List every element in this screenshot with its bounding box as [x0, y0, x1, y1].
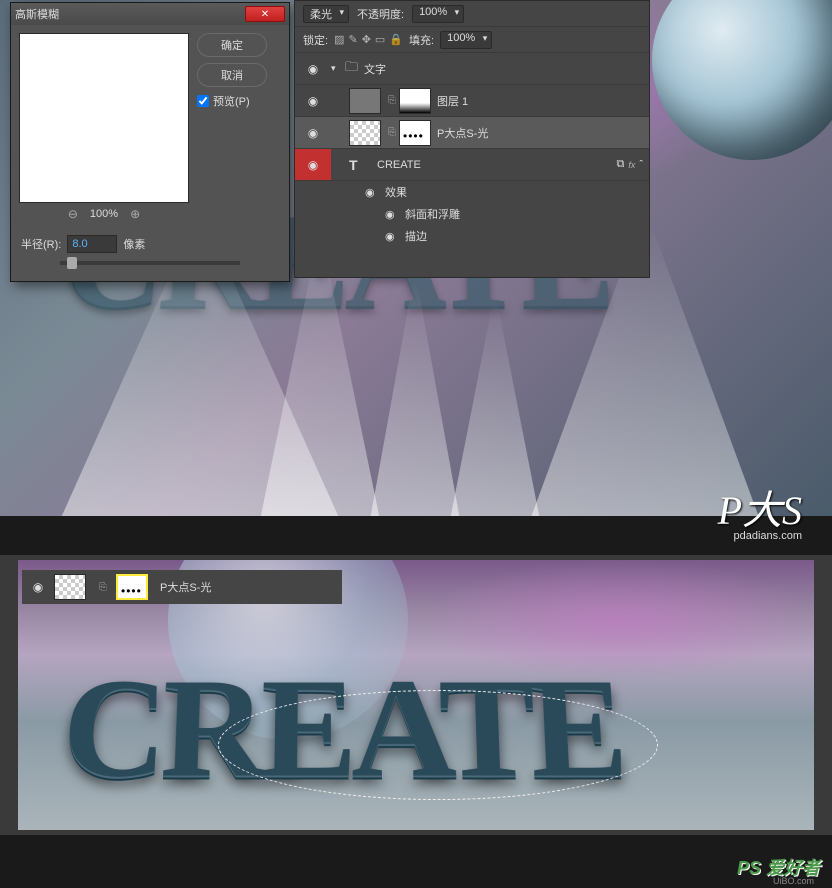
layer-row-bottom[interactable]: ◉ ⎘ P大点S-光 — [22, 570, 342, 604]
visibility-icon[interactable]: ◉ — [295, 158, 331, 172]
footer-watermark-url: UiBO.com — [773, 876, 814, 886]
effects-label: 效果 — [385, 184, 407, 200]
gaussian-blur-dialog: 高斯模糊 ✕ ⊖ 100% ⊕ 确定 取消 预览(P) 半径(R): 像素 — [10, 2, 290, 282]
visibility-icon[interactable]: ◉ — [295, 62, 331, 76]
radius-slider[interactable] — [60, 261, 240, 265]
effect-stroke[interactable]: ◉ 描边 — [295, 225, 649, 247]
fill-dropdown[interactable]: 100% — [440, 31, 492, 49]
folder-icon: 🗀 — [345, 58, 358, 80]
link-icon[interactable]: ⎘ — [388, 95, 396, 106]
dialog-titlebar[interactable]: 高斯模糊 ✕ — [11, 3, 289, 25]
selection-marquee — [218, 690, 658, 800]
fx-badge[interactable]: fx — [628, 160, 635, 170]
layer-name: P大点S-光 — [437, 125, 649, 141]
layer-folder-text[interactable]: ◉ ▾ 🗀 文字 — [295, 53, 649, 85]
radius-input[interactable] — [67, 235, 117, 253]
slider-thumb[interactable] — [67, 257, 77, 269]
link-icon[interactable]: ⎘ — [388, 127, 396, 138]
visibility-icon[interactable]: ◉ — [385, 208, 405, 221]
layer-name: 文字 — [364, 61, 649, 77]
lock-icons: ▨ ✎ ✥ ▭ 🔒 — [334, 33, 403, 46]
layer-item-create[interactable]: ◉ T CREATE ⧉ fx ˆ — [295, 149, 649, 181]
layers-panel: 柔光 不透明度: 100% 锁定: ▨ ✎ ✥ ▭ 🔒 填充: 100% ◉ ▾… — [294, 0, 650, 278]
text-layer-icon: T — [349, 157, 369, 173]
layer-thumb[interactable] — [54, 574, 86, 600]
effect-name: 斜面和浮雕 — [405, 206, 460, 222]
collapse-icon[interactable]: ▾ — [331, 63, 345, 74]
bottom-section: CREATE ◉ ⎘ P大点S-光 — [0, 555, 832, 835]
layer-item-1[interactable]: ◉ ⎘ 图层 1 — [295, 85, 649, 117]
lock-position-icon[interactable]: ✥ — [362, 33, 371, 46]
zoom-out-icon[interactable]: ⊖ — [68, 207, 78, 221]
layer-item-light[interactable]: ◉ ⎘ P大点S-光 — [295, 117, 649, 149]
fx-collapse-icon[interactable]: ˆ — [639, 159, 643, 171]
visibility-icon[interactable]: ◉ — [385, 230, 405, 243]
zoom-in-icon[interactable]: ⊕ — [130, 207, 140, 221]
lock-label: 锁定: — [303, 32, 328, 48]
mask-thumb-selected[interactable] — [116, 574, 148, 600]
layer-name: 图层 1 — [437, 93, 649, 109]
mask-thumb[interactable] — [399, 88, 431, 114]
effects-header[interactable]: ◉ 效果 — [295, 181, 649, 203]
blur-preview[interactable] — [19, 33, 189, 203]
link-icon[interactable]: ⎘ — [99, 582, 107, 593]
lock-artboard-icon[interactable]: ▭ — [375, 33, 385, 46]
opacity-dropdown[interactable]: 100% — [412, 5, 464, 23]
dialog-title-text: 高斯模糊 — [15, 6, 59, 22]
preview-checkbox-row[interactable]: 预览(P) — [197, 93, 267, 109]
visibility-icon[interactable]: ◉ — [295, 126, 331, 140]
zoom-level: 100% — [90, 208, 118, 220]
fill-label: 填充: — [409, 32, 434, 48]
effect-bevel[interactable]: ◉ 斜面和浮雕 — [295, 203, 649, 225]
effect-name: 描边 — [405, 228, 427, 244]
layer-thumb[interactable] — [349, 120, 381, 146]
radius-unit: 像素 — [123, 236, 145, 252]
mask-thumb[interactable] — [399, 120, 431, 146]
radius-label: 半径(R): — [21, 236, 61, 252]
visibility-icon[interactable]: ◉ — [28, 580, 48, 594]
lock-all-icon[interactable]: 🔒 — [389, 33, 403, 46]
opacity-label: 不透明度: — [357, 6, 404, 22]
watermark-logo: P大S — [718, 478, 802, 536]
cancel-button[interactable]: 取消 — [197, 63, 267, 87]
layer-thumb[interactable] — [349, 88, 381, 114]
lock-transparency-icon[interactable]: ▨ — [334, 33, 344, 46]
ok-button[interactable]: 确定 — [197, 33, 267, 57]
lock-paint-icon[interactable]: ✎ — [348, 33, 357, 46]
layer-name: P大点S-光 — [160, 579, 336, 595]
preview-checkbox-label: 预览(P) — [213, 93, 250, 109]
visibility-icon[interactable]: ◉ — [365, 186, 385, 199]
preview-checkbox[interactable] — [197, 95, 209, 107]
visibility-icon[interactable]: ◉ — [295, 94, 331, 108]
watermark-url: pdadians.com — [734, 530, 803, 542]
layer-name: CREATE — [377, 159, 616, 171]
blend-mode-dropdown[interactable]: 柔光 — [303, 5, 349, 23]
dialog-close-button[interactable]: ✕ — [245, 6, 285, 22]
advanced-blend-icon[interactable]: ⧉ — [616, 158, 624, 171]
